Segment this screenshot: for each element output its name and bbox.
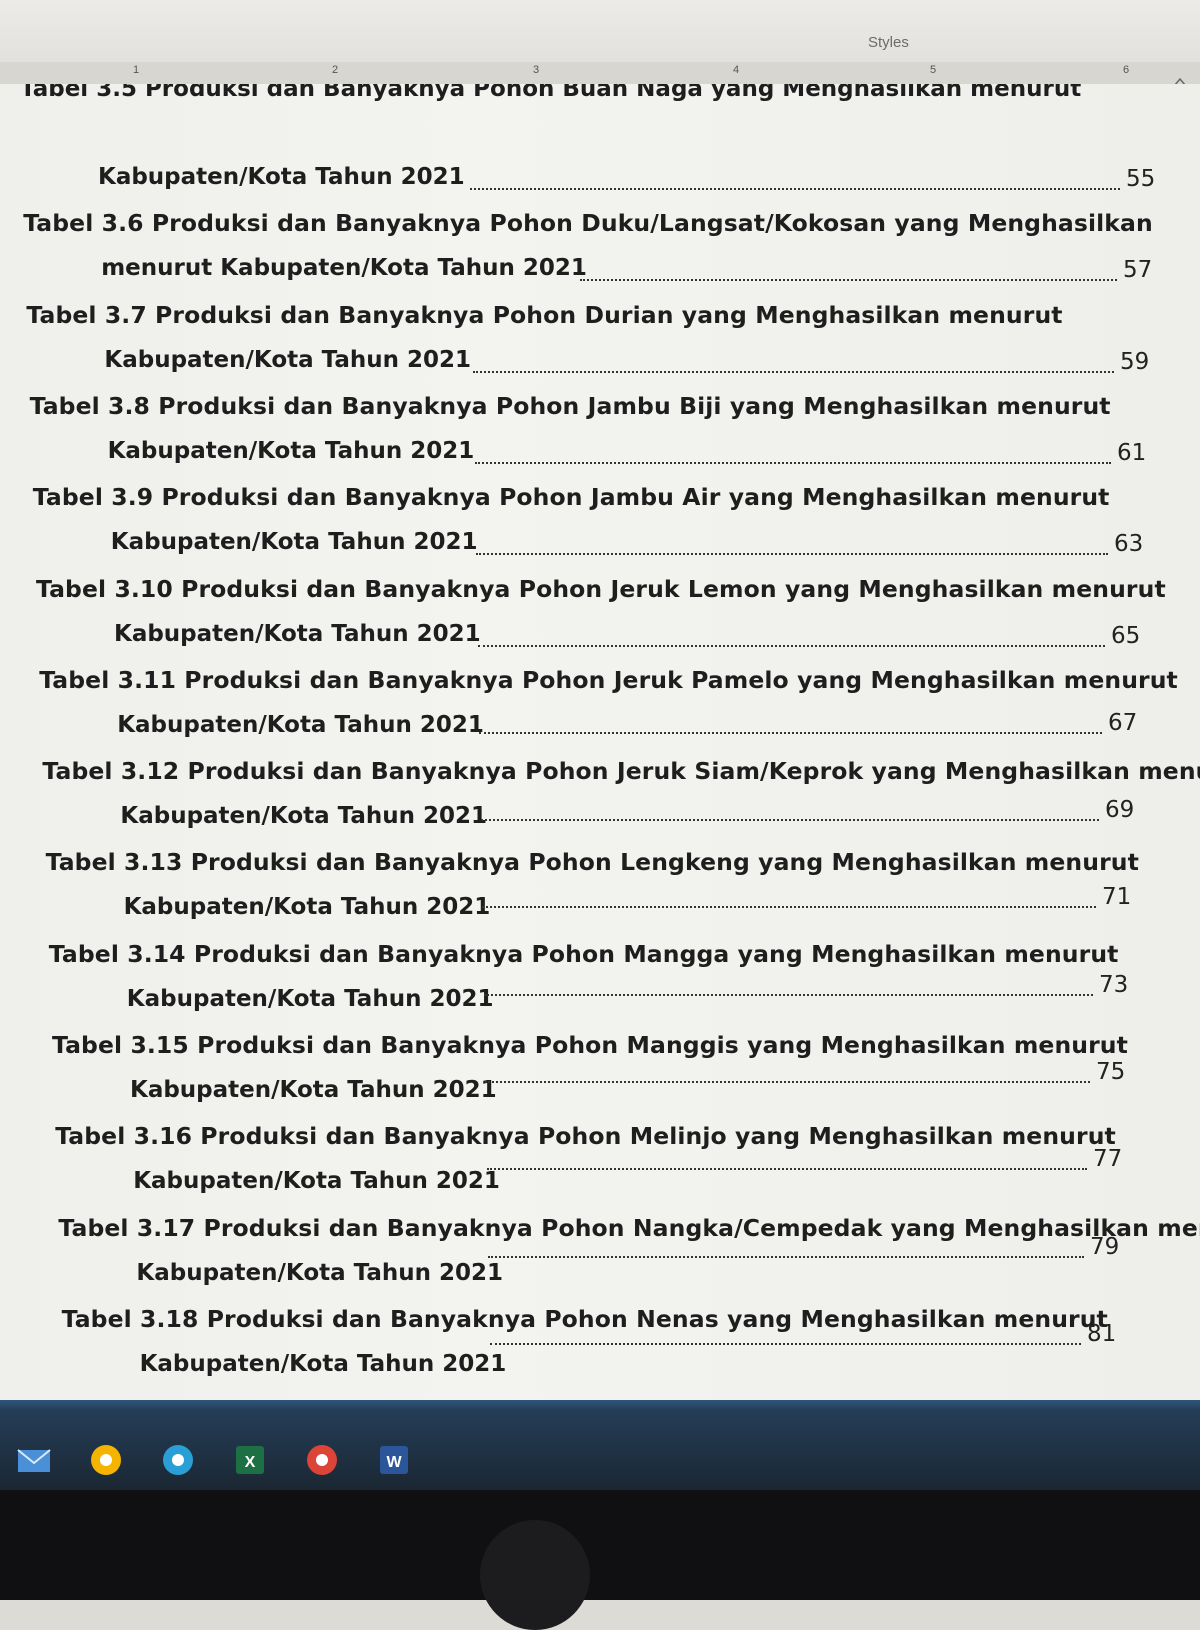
toc-entry[interactable]: Tabel 3.13 Produksi dan Banyaknya Pohon … [0, 848, 1200, 940]
toc-leader-dots [477, 644, 1105, 647]
ruler-number: 3 [533, 64, 540, 76]
brand-logo [480, 1520, 590, 1630]
toc-entry-subtitle: Kabupaten/Kota Tahun 2021 [133, 1168, 500, 1195]
toc-page-number: 59 [1120, 348, 1150, 375]
toc-leader-dots [482, 906, 1096, 909]
toc-leader-dots [480, 819, 1099, 822]
toc-entry-subtitle: Kabupaten/Kota Tahun 2021 [123, 894, 491, 921]
toc-entry[interactable]: Kabupaten/Kota Tahun 2021 55 [0, 118, 1200, 210]
toc-entry[interactable]: Tabel 3.18 Produksi dan Banyaknya Pohon … [0, 1305, 1200, 1397]
toc-leader-dots [473, 370, 1114, 373]
toc-entry-title: Tabel 3.18 Produksi dan Banyaknya Pohon … [61, 1304, 1108, 1333]
toc-page-number: 55 [1126, 166, 1156, 192]
toc-page-number: 79 [1090, 1233, 1120, 1260]
toc-entry-subtitle: Kabupaten/Kota Tahun 2021 [126, 985, 494, 1012]
toc-entry[interactable]: Tabel 3.7 Produksi dan Banyaknya Pohon D… [0, 301, 1200, 393]
toc-entry-title: Tabel 3.15 Produksi dan Banyaknya Pohon … [52, 1031, 1128, 1059]
toc-entry[interactable]: Tabel 3.15 Produksi dan Banyaknya Pohon … [0, 1031, 1200, 1123]
toc-page-number: 69 [1105, 797, 1135, 824]
toc-entry-subtitle: menurut Kabupaten/Kota Tahun 2021 [101, 255, 587, 282]
toc-entry-subtitle: Kabupaten/Kota Tahun 2021 [130, 1077, 497, 1103]
toc-entry-subtitle: Kabupaten/Kota Tahun 2021 [120, 803, 488, 830]
toc-entry[interactable]: Tabel 3.11 Produksi dan Banyaknya Pohon … [0, 666, 1200, 758]
toc-entry-title: Tabel 3.17 Produksi dan Banyaknya Pohon … [58, 1213, 1200, 1242]
svg-text:W: W [386, 1454, 402, 1471]
toc-entry-subtitle: Kabupaten/Kota Tahun 2021 [139, 1350, 507, 1377]
toc-leader-dots [479, 731, 1102, 734]
toc-page-number: 67 [1108, 709, 1138, 736]
toc-entry-subtitle: Kabupaten/Kota Tahun 2021 [114, 620, 481, 647]
toc-page-number: 63 [1114, 531, 1144, 558]
toc-entry-subtitle: Kabupaten/Kota Tahun 2021 [117, 711, 484, 738]
word-icon: W [380, 1446, 408, 1474]
toc-entry[interactable]: Tabel 3.9 Produksi dan Banyaknya Pohon J… [0, 483, 1200, 575]
toc-leader-dots [489, 1342, 1081, 1345]
toc-entry-title: Tabel 3.7 Produksi dan Banyaknya Pohon D… [26, 300, 1063, 329]
toc-page-number: 75 [1096, 1059, 1126, 1085]
excel-taskbar-button[interactable]: X [228, 1438, 272, 1482]
toc-leader-dots [486, 1168, 1087, 1171]
toc-entry[interactable]: Tabel 3.12 Produksi dan Banyaknya Pohon … [0, 757, 1200, 849]
toc-entry-subtitle: Kabupaten/Kota Tahun 2021 [107, 437, 475, 464]
toc-entry-subtitle: Kabupaten/Kota Tahun 2021 [98, 164, 465, 190]
toc-page-number: 65 [1111, 622, 1141, 649]
toc-entry[interactable]: Tabel 3.17 Produksi dan Banyaknya Pohon … [0, 1214, 1200, 1306]
toc-entry-subtitle: Kabupaten/Kota Tahun 2021 [104, 346, 472, 373]
chrome-profile-icon [307, 1445, 337, 1475]
toc-entry-title: Tabel 3.10 Produksi dan Banyaknya Pohon … [36, 574, 1166, 603]
taskbar: XW [0, 1400, 1200, 1490]
toc-entry[interactable]: Tabel 3.8 Produksi dan Banyaknya Pohon J… [0, 392, 1200, 484]
svg-text:X: X [245, 1454, 256, 1471]
toc-leader-dots [476, 553, 1108, 556]
toc-page-number: 77 [1093, 1146, 1123, 1173]
ruler-number: 2 [332, 64, 339, 76]
toc-page-number: 81 [1087, 1320, 1117, 1347]
ribbon: Styles [0, 0, 1200, 62]
toc-leader-dots [470, 188, 1120, 190]
toc-entry-title: Tabel 3.13 Produksi dan Banyaknya Pohon … [45, 848, 1139, 877]
styles-group-label[interactable]: Styles [868, 34, 909, 51]
toc-entry-title: Tabel 3.6 Produksi dan Banyaknya Pohon D… [23, 209, 1153, 238]
toc-entry[interactable]: Tabel 3.16 Produksi dan Banyaknya Pohon … [0, 1122, 1200, 1214]
toc-entry-subtitle: Kabupaten/Kota Tahun 2021 [110, 529, 478, 556]
toc-leader-dots [580, 279, 1117, 282]
toc-entry-title-partial: Tabel 3.5 Produksi dan Banyaknya Pohon B… [20, 84, 1082, 102]
edge-icon [163, 1445, 193, 1475]
toc-entry-title: Tabel 3.9 Produksi dan Banyaknya Pohon J… [32, 483, 1110, 512]
toc-entry-title: Tabel 3.8 Produksi dan Banyaknya Pohon J… [29, 391, 1111, 420]
toc-entry-subtitle: Kabupaten/Kota Tahun 2021 [136, 1259, 504, 1286]
toc-entry-title: Tabel 3.12 Produksi dan Banyaknya Pohon … [42, 757, 1200, 786]
toc-entry[interactable]: Tabel 3.6 Produksi dan Banyaknya Pohon D… [0, 209, 1200, 301]
mail-icon [17, 1449, 51, 1472]
toc-entry-title: Tabel 3.14 Produksi dan Banyaknya Pohon … [48, 939, 1119, 968]
ruler-number: 1 [133, 64, 140, 76]
toc-entry[interactable]: Tabel 3.14 Produksi dan Banyaknya Pohon … [0, 940, 1200, 1032]
excel-icon: X [236, 1446, 264, 1474]
toc-leader-dots [485, 1081, 1090, 1083]
toc-page-number: 57 [1123, 257, 1153, 284]
ruler-number: 6 [1123, 64, 1130, 76]
toc-leader-dots [488, 1255, 1084, 1258]
toc-page-number: 61 [1117, 439, 1147, 466]
document-page[interactable]: Kabupaten/Kota Tahun 2021 55 Tabel 3.6 Pro… [0, 84, 1200, 1400]
ruler-number: 5 [930, 64, 937, 76]
toc-entry-title: Tabel 3.11 Produksi dan Banyaknya Pohon … [39, 665, 1178, 694]
toc-leader-dots [474, 461, 1111, 464]
toc-entry-title: Tabel 3.16 Produksi dan Banyaknya Pohon … [55, 1122, 1116, 1151]
edge-taskbar-button[interactable] [156, 1438, 200, 1482]
laptop-bezel [0, 1490, 1200, 1630]
chrome-profile-taskbar-button[interactable] [300, 1438, 344, 1482]
horizontal-ruler[interactable]: 1 2 3 4 5 6 [0, 62, 1200, 87]
toc-leader-dots [483, 993, 1093, 996]
mail-taskbar-button[interactable] [12, 1438, 56, 1482]
toc-page-number: 73 [1099, 971, 1129, 998]
toc-entry[interactable]: Tabel 3.10 Produksi dan Banyaknya Pohon … [0, 575, 1200, 667]
ruler-number: 4 [733, 64, 740, 76]
chrome-taskbar-button[interactable] [84, 1438, 128, 1482]
word-taskbar-button[interactable]: W [372, 1438, 416, 1482]
chrome-icon [91, 1445, 121, 1475]
toc-page-number: 71 [1102, 884, 1132, 911]
